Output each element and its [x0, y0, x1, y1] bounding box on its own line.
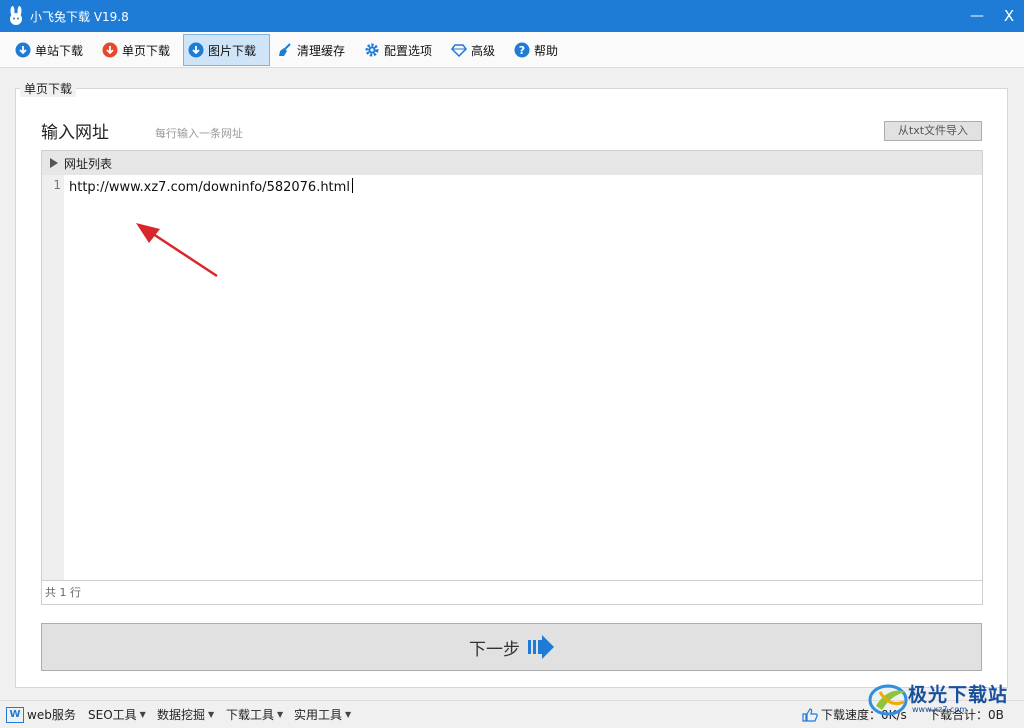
import-txt-button[interactable]: 从txt文件导入	[884, 121, 982, 141]
next-step-label: 下一步	[469, 639, 520, 660]
url-line[interactable]: http://www.xz7.com/downinfo/582076.html	[69, 178, 353, 195]
dropdown-caret-icon: ▼	[139, 710, 146, 719]
groupbox-title: 单页下载	[20, 80, 77, 97]
diamond-icon	[451, 44, 467, 58]
thumbs-up-icon	[802, 707, 818, 722]
utility-tools-menu[interactable]: 实用工具 ▼	[294, 706, 351, 723]
status-menu-label: SEO工具	[88, 708, 137, 722]
broom-icon	[279, 43, 291, 56]
input-url-heading: 输入网址	[41, 123, 109, 143]
url-list-header[interactable]: 网址列表	[42, 151, 982, 175]
url-text: http://www.xz7.com/downinfo/582076.html	[69, 180, 350, 195]
web-logo-icon: W	[6, 706, 24, 723]
toolbar-label: 单页下载	[122, 43, 171, 58]
title-bar: 小飞兔下载 V19.8 — X	[0, 0, 1024, 32]
toolbar-label: 清理缓存	[297, 43, 346, 58]
toolbar-clear-cache-button[interactable]: 清理缓存	[272, 34, 350, 66]
main-toolbar: 单站下载 单页下载 图片下载 清理缓存 配置选项 高级 ? 帮助	[0, 32, 1024, 68]
toolbar-site-download-button[interactable]: 单站下载	[10, 34, 88, 66]
cloud-download-icon	[102, 42, 118, 58]
toolbar-page-download-button[interactable]: 单页下载	[97, 34, 175, 66]
watermark-text: 极光下载站	[908, 684, 1009, 706]
toolbar-advanced-button[interactable]: 高级	[446, 34, 500, 66]
help-icon: ?	[514, 42, 530, 58]
toolbar-label: 配置选项	[384, 43, 433, 58]
triangle-right-icon	[50, 158, 58, 168]
input-hint: 每行输入一条网址	[155, 127, 243, 140]
toolbar-help-button[interactable]: ? 帮助	[509, 34, 563, 66]
cloud-download-icon	[188, 42, 204, 58]
toolbar-label: 图片下载	[208, 43, 257, 58]
red-annotation-arrow-icon	[136, 223, 218, 278]
data-mining-menu[interactable]: 数据挖掘 ▼	[157, 706, 214, 723]
toolbar-image-download-button[interactable]: 图片下载	[183, 34, 270, 66]
minimize-button[interactable]: —	[964, 5, 990, 27]
seo-tools-menu[interactable]: SEO工具 ▼	[88, 706, 146, 723]
status-menu-label: 数据挖掘	[157, 708, 206, 722]
text-cursor	[351, 178, 353, 193]
web-service-menu[interactable]: W web服务	[6, 706, 76, 723]
toolbar-settings-button[interactable]: 配置选项	[359, 34, 437, 66]
status-menu-label: 实用工具	[294, 708, 343, 722]
close-button[interactable]: X	[996, 5, 1022, 27]
toolbar-label: 高级	[471, 43, 496, 58]
svg-text:?: ?	[519, 44, 525, 57]
url-list-header-label: 网址列表	[64, 156, 113, 171]
next-arrow-icon	[528, 635, 554, 659]
toolbar-label: 帮助	[534, 43, 559, 58]
watermark-url: www.xz7.com	[912, 705, 968, 714]
cloud-download-icon	[15, 42, 31, 58]
gear-icon	[365, 43, 379, 57]
status-menu-label: web服务	[27, 708, 76, 722]
dropdown-caret-icon: ▼	[345, 710, 352, 719]
line-number: 1	[53, 178, 61, 192]
next-step-button[interactable]: 下一步	[41, 623, 982, 671]
dropdown-caret-icon: ▼	[277, 710, 284, 719]
line-number-gutter: 1	[42, 175, 64, 580]
toolbar-label: 单站下载	[35, 43, 84, 58]
rabbit-logo-icon	[10, 6, 22, 25]
status-menu-label: 下载工具	[226, 708, 275, 722]
dropdown-caret-icon: ▼	[208, 710, 215, 719]
window-title: 小飞兔下载 V19.8	[30, 10, 129, 24]
line-count: 共 1 行	[42, 580, 982, 604]
download-tools-menu[interactable]: 下载工具 ▼	[226, 706, 283, 723]
